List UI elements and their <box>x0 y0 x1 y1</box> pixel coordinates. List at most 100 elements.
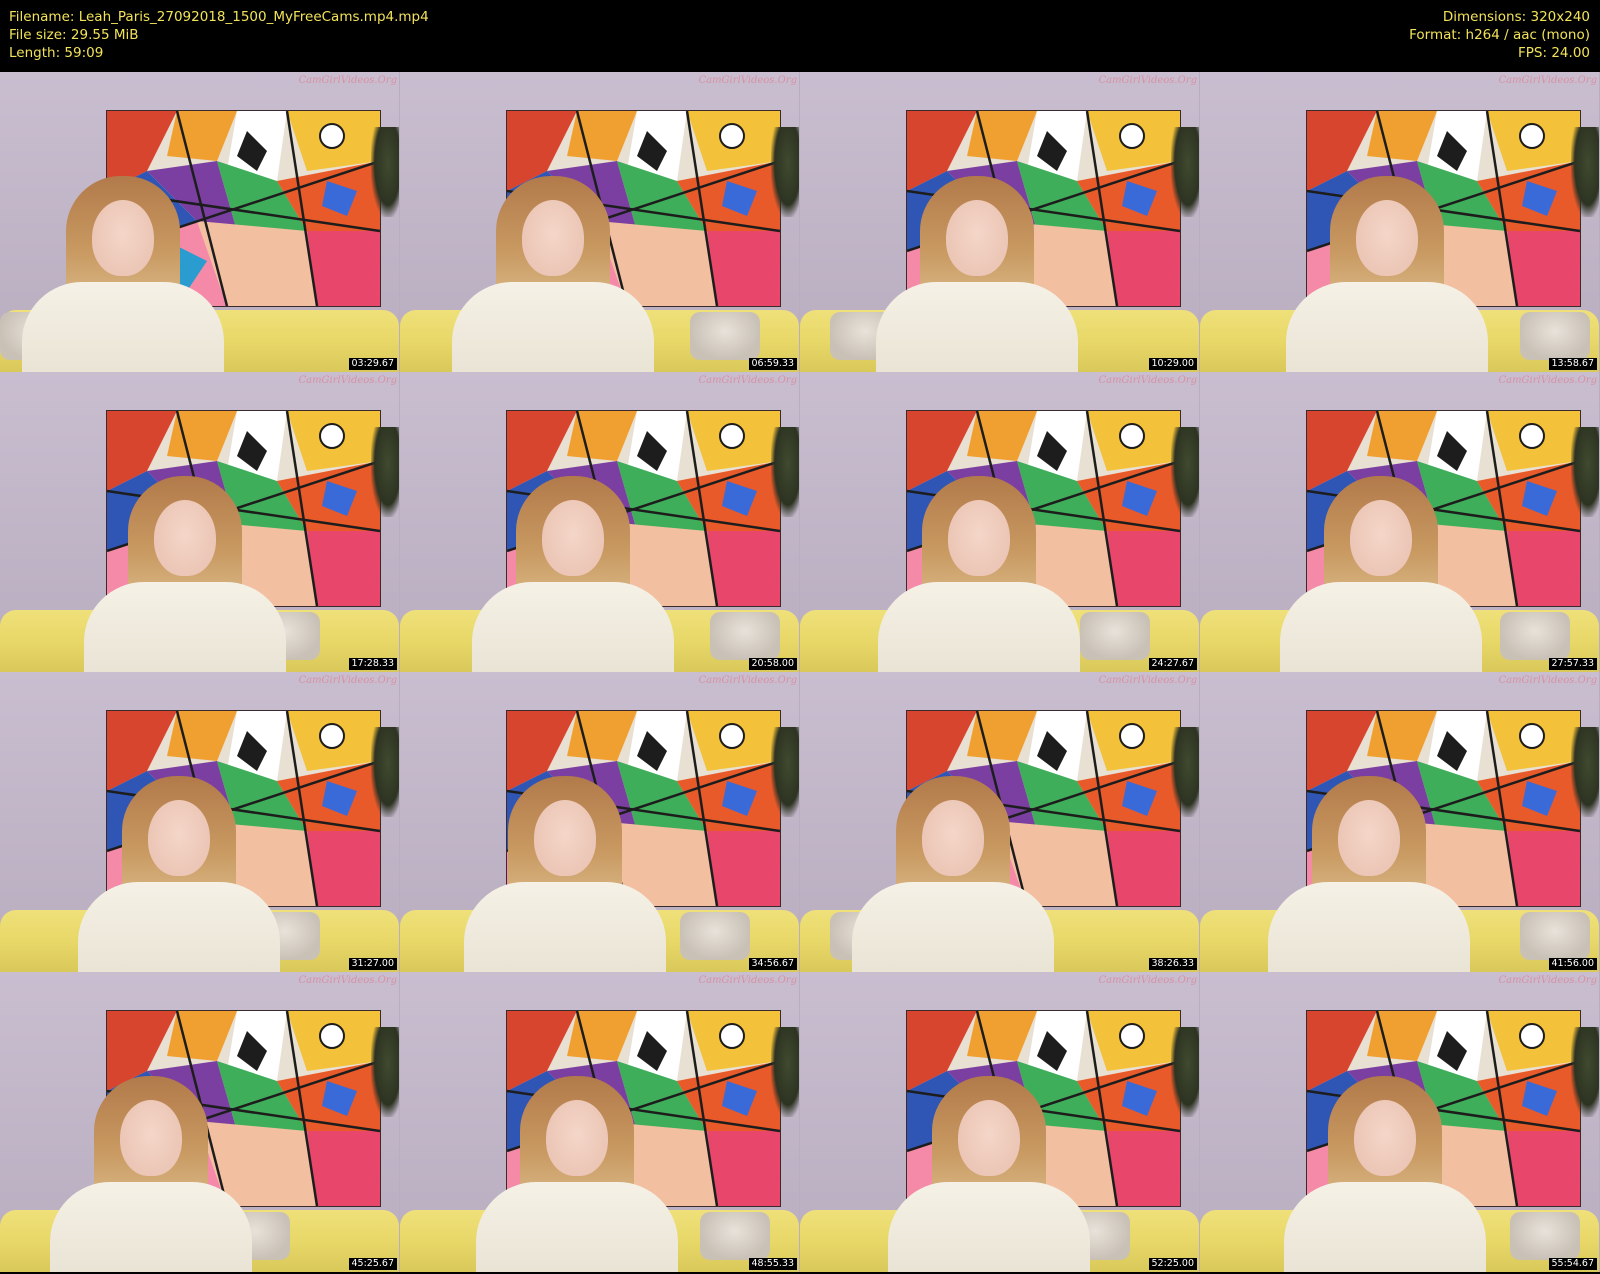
timestamp-label: 13:58.67 <box>1548 358 1597 370</box>
person-shirt <box>84 582 286 672</box>
person-figure <box>70 472 300 672</box>
timestamp-label: 41:56.00 <box>1548 958 1597 970</box>
length-text: Length: 59:09 <box>9 45 104 61</box>
person-shirt <box>876 282 1078 372</box>
thumbnail-grid: CamGirlVideos.Org 03:29.67 CamGirlVideos… <box>0 72 1600 1274</box>
person-figure <box>1266 472 1496 672</box>
watermark-text: CamGirlVideos.Org <box>1498 75 1597 86</box>
plant-leaves <box>371 127 399 217</box>
video-thumbnail-7: CamGirlVideos.Org 24:27.67 <box>800 372 1200 672</box>
fps-text: FPS: 24.00 <box>1518 45 1590 61</box>
timestamp-label: 31:27.00 <box>348 958 397 970</box>
plant-leaves <box>371 1027 399 1117</box>
plant-leaves <box>1171 127 1199 217</box>
person-face <box>542 500 604 576</box>
video-thumbnail-12: CamGirlVideos.Org 41:56.00 <box>1200 672 1600 972</box>
plant-leaves <box>1571 127 1599 217</box>
video-thumbnail-4: CamGirlVideos.Org 13:58.67 <box>1200 72 1600 372</box>
watermark-text: CamGirlVideos.Org <box>698 375 797 386</box>
watermark-text: CamGirlVideos.Org <box>1498 975 1597 986</box>
person-face <box>154 500 216 576</box>
person-face <box>92 200 154 276</box>
person-shirt <box>472 582 674 672</box>
person-figure <box>450 772 680 972</box>
timestamp-label: 45:25.67 <box>348 1258 397 1270</box>
format-text: Format: h264 / aac (mono) <box>1409 27 1590 43</box>
person-face <box>958 1100 1020 1176</box>
file-size-text: File size: 29.55 MiB <box>9 27 139 43</box>
person-face <box>120 1100 182 1176</box>
person-shirt <box>476 1182 678 1272</box>
person-shirt <box>1284 1182 1486 1272</box>
sofa-pillow <box>690 312 760 360</box>
plant-leaves <box>1571 427 1599 517</box>
timestamp-label: 34:56.67 <box>748 958 797 970</box>
person-face <box>546 1100 608 1176</box>
timestamp-label: 03:29.67 <box>348 358 397 370</box>
person-figure <box>864 472 1094 672</box>
sofa-pillow <box>680 912 750 960</box>
person-figure <box>838 772 1068 972</box>
person-figure <box>1254 772 1484 972</box>
timestamp-label: 27:57.33 <box>1548 658 1597 670</box>
person-figure <box>458 472 688 672</box>
video-thumbnail-11: CamGirlVideos.Org 38:26.33 <box>800 672 1200 972</box>
info-header: Filename: Leah_Paris_27092018_1500_MyFre… <box>0 0 1600 72</box>
plant-leaves <box>371 427 399 517</box>
file-info-right: Dimensions: 320x240 Format: h264 / aac (… <box>1409 8 1590 62</box>
watermark-text: CamGirlVideos.Org <box>298 375 397 386</box>
timestamp-label: 20:58.00 <box>748 658 797 670</box>
sofa-pillow <box>1510 1212 1580 1260</box>
person-figure <box>462 1072 692 1272</box>
person-face <box>534 800 596 876</box>
person-face <box>522 200 584 276</box>
plant-leaves <box>371 727 399 817</box>
person-face <box>1356 200 1418 276</box>
sofa-pillow <box>1520 912 1590 960</box>
person-figure <box>874 1072 1104 1272</box>
person-figure <box>438 172 668 372</box>
person-shirt <box>464 882 666 972</box>
watermark-text: CamGirlVideos.Org <box>1098 75 1197 86</box>
plant-leaves <box>771 1027 799 1117</box>
plant-leaves <box>771 427 799 517</box>
watermark-text: CamGirlVideos.Org <box>1098 375 1197 386</box>
person-figure <box>1272 172 1502 372</box>
file-info-left: Filename: Leah_Paris_27092018_1500_MyFre… <box>9 8 429 62</box>
person-shirt <box>22 282 224 372</box>
person-shirt <box>50 1182 252 1272</box>
person-shirt <box>1280 582 1482 672</box>
watermark-text: CamGirlVideos.Org <box>1098 675 1197 686</box>
plant-leaves <box>771 127 799 217</box>
plant-leaves <box>1171 427 1199 517</box>
person-figure <box>862 172 1092 372</box>
watermark-text: CamGirlVideos.Org <box>298 675 397 686</box>
person-face <box>946 200 1008 276</box>
plant-leaves <box>1571 727 1599 817</box>
video-thumbnail-8: CamGirlVideos.Org 27:57.33 <box>1200 372 1600 672</box>
timestamp-label: 55:54.67 <box>1548 1258 1597 1270</box>
watermark-text: CamGirlVideos.Org <box>698 975 797 986</box>
plant-leaves <box>1171 1027 1199 1117</box>
timestamp-label: 10:29.00 <box>1148 358 1197 370</box>
video-thumbnail-10: CamGirlVideos.Org 34:56.67 <box>400 672 800 972</box>
watermark-text: CamGirlVideos.Org <box>298 75 397 86</box>
person-shirt <box>452 282 654 372</box>
person-figure <box>8 172 238 372</box>
timestamp-label: 06:59.33 <box>748 358 797 370</box>
timestamp-label: 52:25.00 <box>1148 1258 1197 1270</box>
video-thumbnail-16: CamGirlVideos.Org 55:54.67 <box>1200 972 1600 1272</box>
timestamp-label: 38:26.33 <box>1148 958 1197 970</box>
video-thumbnail-15: CamGirlVideos.Org 52:25.00 <box>800 972 1200 1272</box>
timestamp-label: 17:28.33 <box>348 658 397 670</box>
watermark-text: CamGirlVideos.Org <box>1098 975 1197 986</box>
sofa-pillow <box>710 612 780 660</box>
person-face <box>922 800 984 876</box>
person-face <box>1350 500 1412 576</box>
person-figure <box>64 772 294 972</box>
sofa-pillow <box>700 1212 770 1260</box>
person-shirt <box>852 882 1054 972</box>
video-thumbnail-1: CamGirlVideos.Org 03:29.67 <box>0 72 400 372</box>
watermark-text: CamGirlVideos.Org <box>1498 675 1597 686</box>
video-thumbnail-5: CamGirlVideos.Org 17:28.33 <box>0 372 400 672</box>
